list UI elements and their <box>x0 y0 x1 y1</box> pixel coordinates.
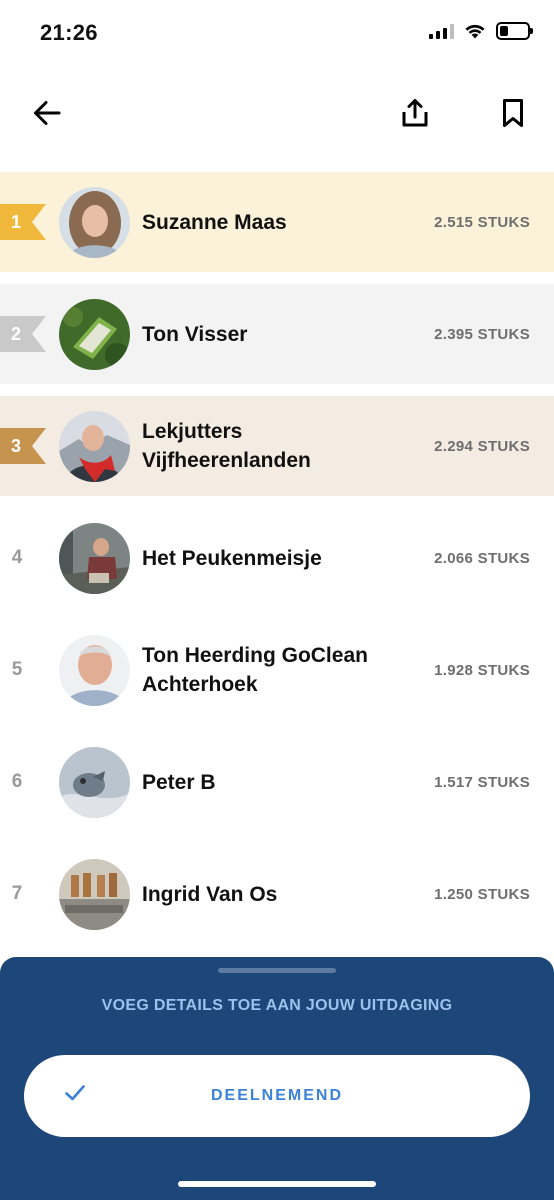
status-bar: 21:26 <box>0 0 554 66</box>
participant-count: 2.515 STUKS <box>434 213 530 231</box>
participant-name: Lekjutters Vijfheerenlanden <box>142 420 311 472</box>
back-button[interactable] <box>24 90 70 136</box>
top-nav <box>0 80 554 146</box>
leaderboard-list: 1 Suzanne Maas 2.515 STUKS 2 Ton Visser … <box>0 172 554 956</box>
bookmark-icon <box>503 99 523 127</box>
participant-count: 2.294 STUKS <box>434 437 530 455</box>
share-button[interactable] <box>392 90 438 136</box>
participant-count: 1.517 STUKS <box>434 773 530 791</box>
avatar <box>59 747 130 818</box>
leaderboard-row[interactable]: 5 Ton Heerding GoClean Achterhoek 1.928 … <box>0 620 554 720</box>
status-time: 21:26 <box>40 20 98 45</box>
rank-number: 2 <box>10 324 21 344</box>
rank-number: 1 <box>10 212 21 232</box>
home-indicator <box>178 1181 376 1187</box>
avatar <box>59 859 130 930</box>
add-details-link[interactable]: VOEG DETAILS TOE AAN JOUW UITDAGING <box>0 997 554 1015</box>
avatar <box>59 187 130 258</box>
rank-badge-silver: 2 <box>0 316 46 352</box>
rank-badge-bronze: 3 <box>0 428 46 464</box>
rank-number: 6 <box>11 771 23 792</box>
rank-number: 7 <box>11 883 23 904</box>
participant-count: 2.066 STUKS <box>434 549 530 567</box>
rank-badge-gold: 1 <box>0 204 46 240</box>
participant-name: Peter B <box>142 770 216 794</box>
leaderboard-row[interactable]: 7 Ingrid Van Os 1.250 STUKS <box>0 844 554 944</box>
leaderboard-row[interactable]: 1 Suzanne Maas 2.515 STUKS <box>0 172 554 272</box>
arrow-left-icon <box>34 101 61 125</box>
participant-count: 1.250 STUKS <box>434 885 530 903</box>
participant-name: Suzanne Maas <box>142 210 287 234</box>
avatar <box>59 411 130 482</box>
rank-number: 4 <box>11 547 23 568</box>
wifi-icon <box>465 24 485 39</box>
participant-count: 1.928 STUKS <box>434 661 530 679</box>
leaderboard-row[interactable]: 6 Peter B 1.517 STUKS <box>0 732 554 832</box>
avatar <box>59 299 130 370</box>
participant-name: Ton Visser <box>142 322 248 346</box>
participating-label: DEELNEMEND <box>210 1087 343 1104</box>
bottom-sheet: VOEG DETAILS TOE AAN JOUW UITDAGING DEEL… <box>0 957 554 1200</box>
participating-button[interactable]: DEELNEMEND <box>24 1055 530 1137</box>
sheet-drag-handle[interactable] <box>218 968 336 973</box>
participant-count: 2.395 STUKS <box>434 325 530 343</box>
participant-name: Het Peukenmeisje <box>142 546 322 570</box>
battery-icon <box>496 22 533 40</box>
leaderboard-row[interactable]: 3 Lekjutters Vijfheerenlanden 2.294 STUK… <box>0 396 554 496</box>
share-upload-icon <box>402 99 428 127</box>
leaderboard-row[interactable]: 2 Ton Visser 2.395 STUKS <box>0 284 554 384</box>
participant-name: Ingrid Van Os <box>142 882 278 906</box>
avatar <box>59 523 130 594</box>
rank-number: 3 <box>10 436 21 456</box>
avatar <box>59 635 130 706</box>
participant-name: Ton Heerding GoClean Achterhoek <box>142 644 368 696</box>
bookmark-button[interactable] <box>490 90 536 136</box>
status-icons <box>429 22 533 40</box>
cellular-signal-icon <box>429 23 454 39</box>
rank-number: 5 <box>11 659 23 680</box>
leaderboard-row[interactable]: 4 Het Peukenmeisje 2.066 STUKS <box>0 508 554 608</box>
